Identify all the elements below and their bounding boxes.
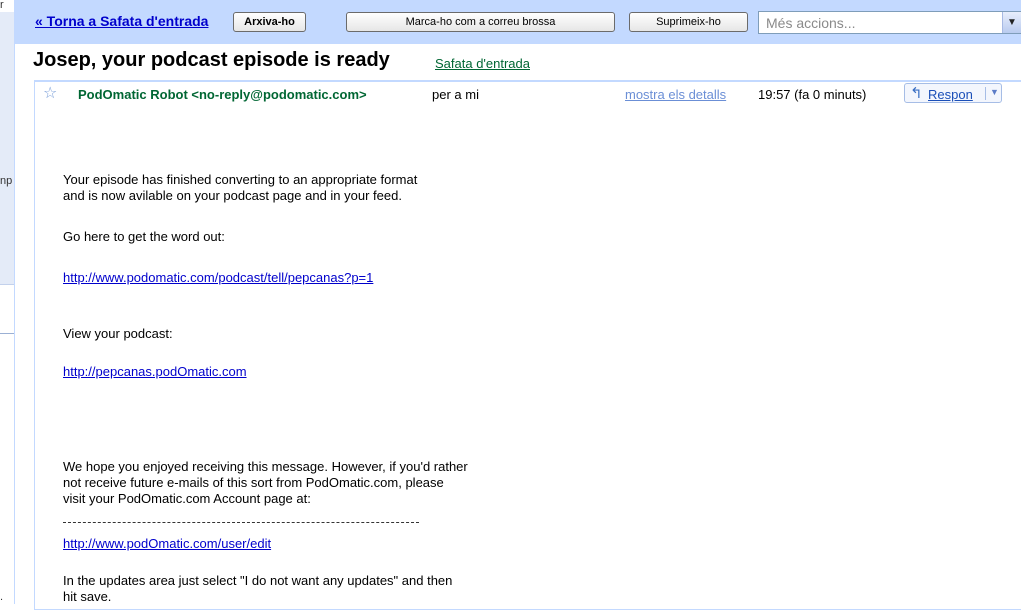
closing-paragraph: In the updates area just select "I do no… xyxy=(63,573,453,604)
top-toolbar: « Torna a Safata d'entrada Arxiva-ho Mar… xyxy=(15,0,1021,44)
left-sidebar-fragment: r np . xyxy=(0,0,14,604)
reply-options-chevron-icon[interactable]: ▼ xyxy=(990,87,999,97)
message-timestamp: 19:57 (fa 0 minuts) xyxy=(758,87,867,102)
reply-button[interactable]: ↰ Respon ▼ xyxy=(904,83,1002,103)
body-paragraph: Your episode has finished converting to … xyxy=(63,172,418,203)
inbox-label-link[interactable]: Safata d'entrada xyxy=(435,56,530,71)
sidebar-divider xyxy=(0,333,14,334)
sidebar-panel-fragment xyxy=(0,12,14,285)
sender-name[interactable]: PodOmatic Robot <no-reply@podomatic.com> xyxy=(78,87,367,102)
signature-divider xyxy=(63,522,419,523)
star-icon[interactable]: ☆ xyxy=(43,83,57,103)
reply-arrow-icon: ↰ xyxy=(910,85,923,102)
archive-button[interactable]: Arxiva-ho xyxy=(233,12,306,32)
show-details-link[interactable]: mostra els detalls xyxy=(625,87,726,102)
delete-button[interactable]: Suprimeix-ho xyxy=(629,12,748,32)
body-paragraph: Go here to get the word out: xyxy=(63,229,225,244)
reply-label[interactable]: Respon xyxy=(928,87,973,102)
conversation-subject: Josep, your podcast episode is ready xyxy=(33,49,390,71)
more-actions-select[interactable]: Més accions... ▼ xyxy=(758,11,1021,34)
report-spam-button[interactable]: Marca-ho com a correu brossa xyxy=(346,12,615,32)
more-actions-placeholder: Més accions... xyxy=(766,15,856,31)
sidebar-text-fragment-top: r xyxy=(0,0,4,11)
sidebar-text-fragment: np xyxy=(0,175,13,187)
message-header: ☆ PodOmatic Robot <no-reply@podomatic.co… xyxy=(35,82,1021,106)
body-link-tell[interactable]: http://www.podomatic.com/podcast/tell/pe… xyxy=(63,270,373,285)
chevron-down-icon[interactable]: ▼ xyxy=(1002,12,1021,33)
conversation-view: « Torna a Safata d'entrada Arxiva-ho Mar… xyxy=(14,0,1021,610)
body-link-podcast[interactable]: http://pepcanas.podOmatic.com xyxy=(63,364,247,379)
body-link-account[interactable]: http://www.podOmatic.com/user/edit xyxy=(63,536,271,551)
recipient-text: per a mi xyxy=(432,87,479,102)
body-paragraph: View your podcast: xyxy=(63,326,173,341)
sidebar-text-fragment-bottom: . xyxy=(0,591,4,603)
message-card: ☆ PodOmatic Robot <no-reply@podomatic.co… xyxy=(34,80,1021,610)
back-to-inbox-link[interactable]: « Torna a Safata d'entrada xyxy=(35,13,208,29)
reply-separator xyxy=(985,87,986,100)
footer-paragraph: We hope you enjoyed receiving this messa… xyxy=(63,459,468,506)
